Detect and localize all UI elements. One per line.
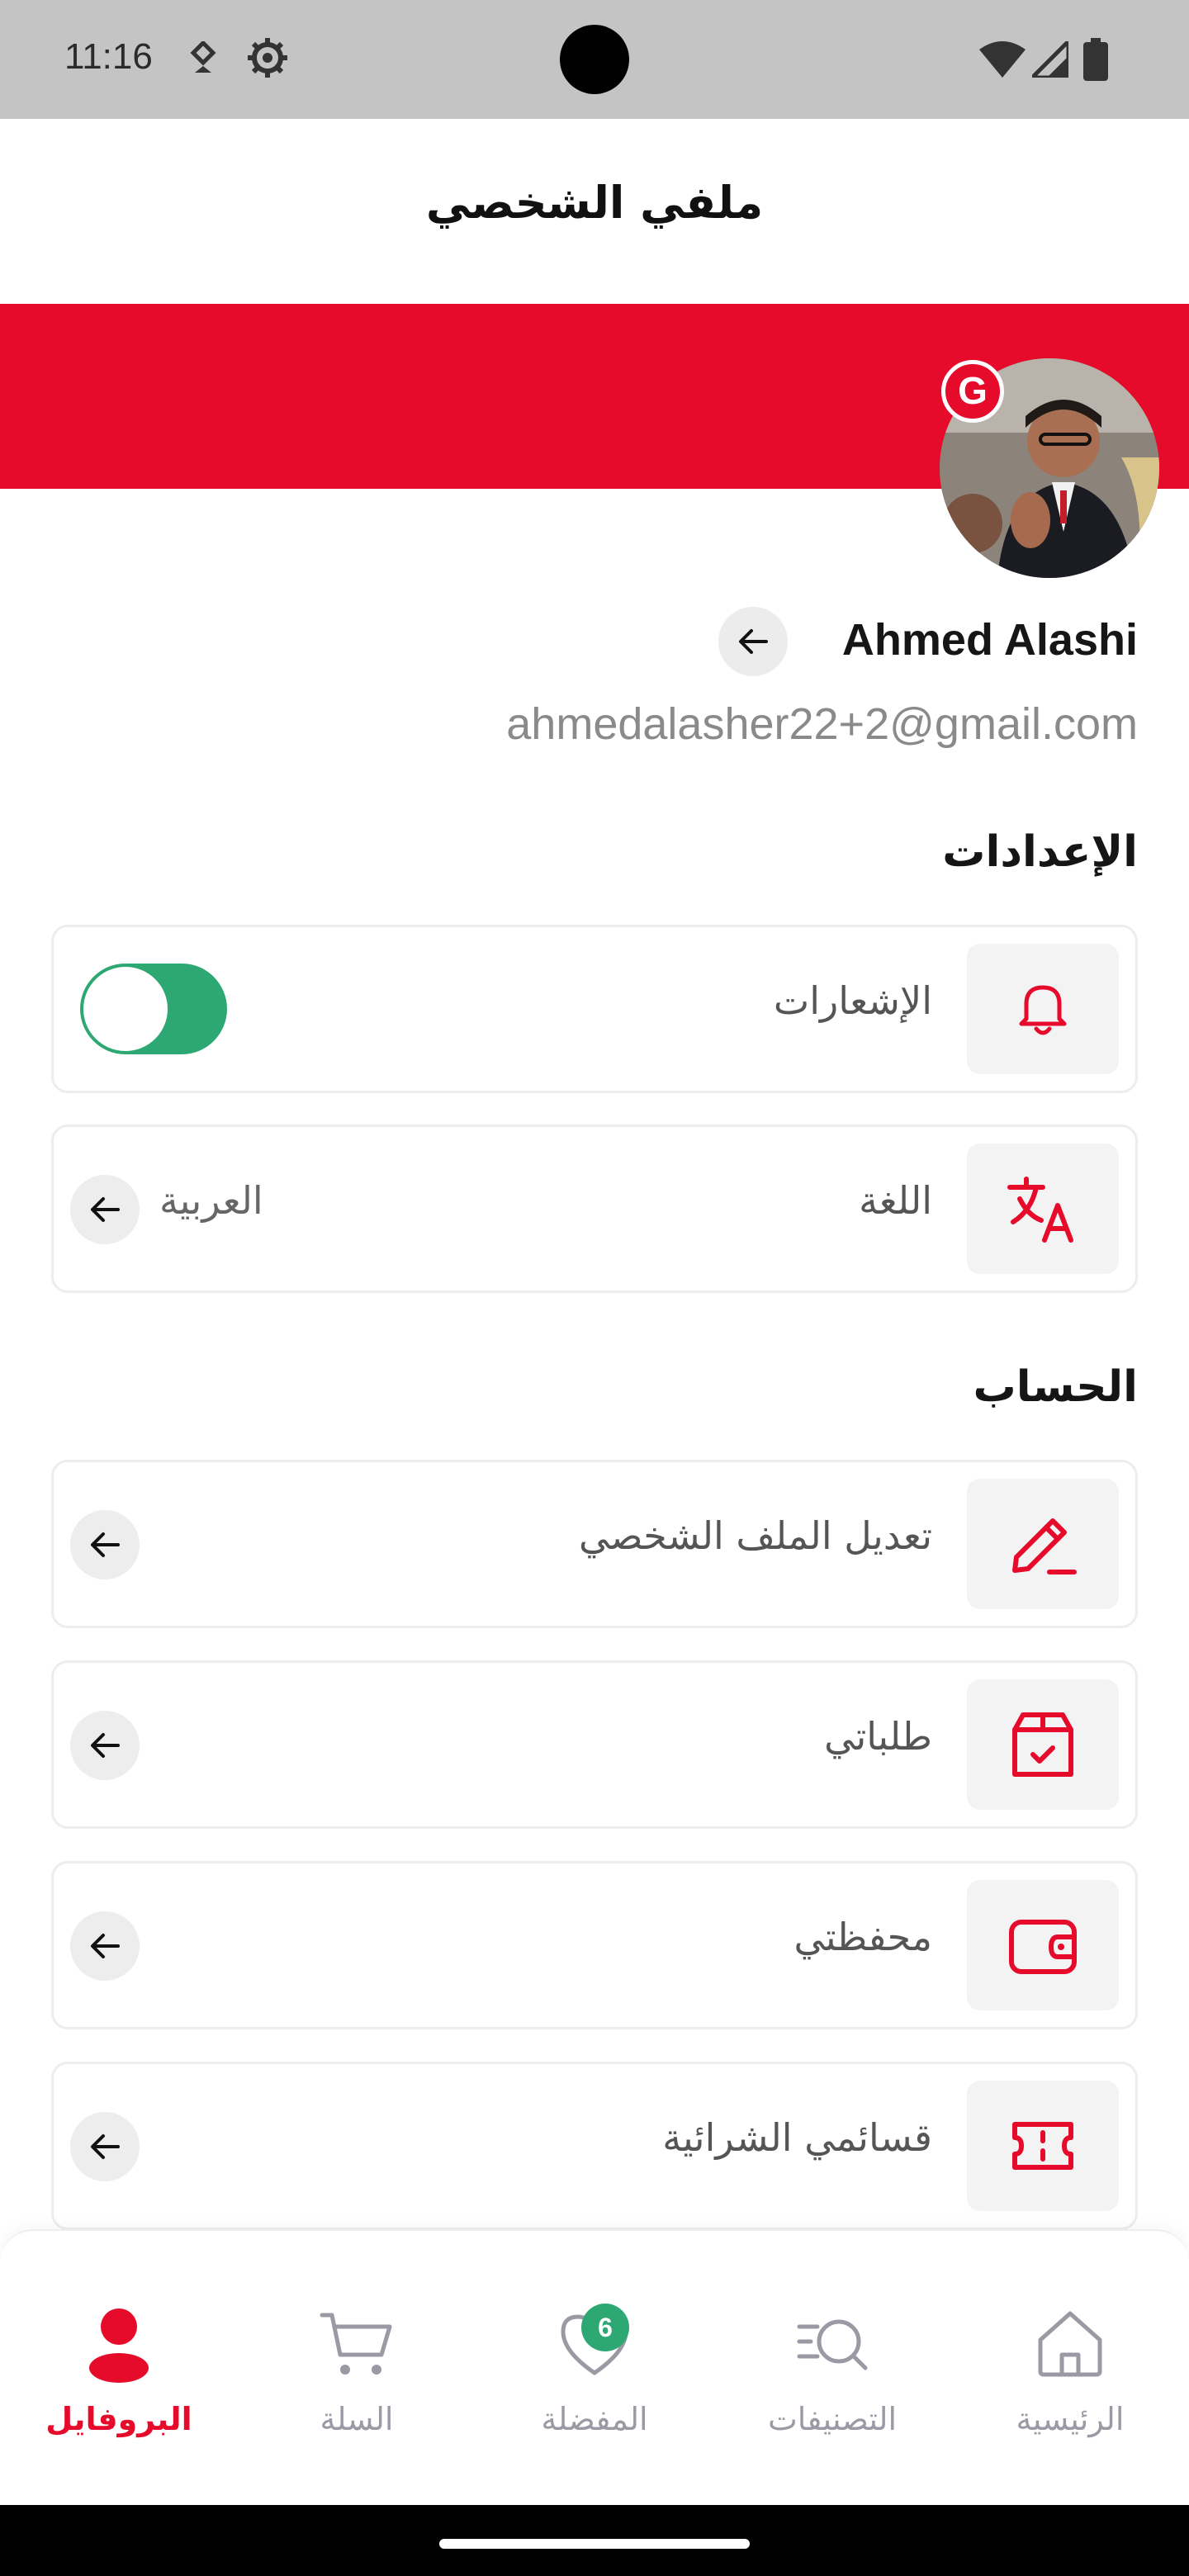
- coupons-icon-box: [967, 2081, 1119, 2211]
- location-icon: [188, 40, 218, 78]
- nav-item-favorites[interactable]: المفضلة: [476, 2231, 713, 2507]
- coupons-arrow-button[interactable]: [70, 2112, 140, 2181]
- home-gesture-pill[interactable]: [439, 2539, 750, 2549]
- edit-profile-arrow-button[interactable]: [70, 1510, 140, 1579]
- nav-label-categories: التصنيفات: [767, 2401, 898, 2437]
- coupons-row[interactable]: قسائمي الشرائية: [51, 2062, 1138, 2230]
- status-bar: 11:16: [0, 0, 1189, 119]
- edit-profile-icon-box: [967, 1479, 1119, 1609]
- wallet-arrow-button[interactable]: [70, 1911, 140, 1981]
- home-icon: [1030, 2304, 1110, 2383]
- page-header: ملفي الشخصي: [0, 119, 1189, 304]
- arrow-left-icon: [739, 629, 768, 654]
- notifications-icon-box: [967, 944, 1119, 1074]
- wallet-icon: [1009, 1920, 1077, 1974]
- language-value: العربية: [159, 1178, 263, 1223]
- bell-icon: [1019, 985, 1067, 1035]
- order-box-icon: [1012, 1712, 1073, 1777]
- camera-cutout: [560, 25, 629, 94]
- edit-pen-icon: [1012, 1518, 1077, 1574]
- notifications-row: الإشعارات: [51, 925, 1138, 1093]
- nav-label-cart: السلة: [320, 2401, 394, 2437]
- user-name: Ahmed Alashi: [841, 615, 1138, 665]
- nav-label-profile: البروفايل: [45, 2401, 192, 2437]
- ticket-icon: [1012, 2122, 1073, 2170]
- arrow-left-icon: [91, 1733, 120, 1758]
- bottom-navigation: البروفايل السلة المفضلة التصنيفات الرئيس…: [0, 2229, 1189, 2505]
- language-icon-box: [967, 1144, 1119, 1274]
- signal-icon: [1026, 36, 1071, 81]
- translate-icon: [1007, 1177, 1073, 1243]
- account-section-title: الحساب: [973, 1362, 1138, 1412]
- nav-label-home: الرئيسية: [1016, 2401, 1125, 2437]
- coupons-label: قسائمي الشرائية: [662, 2115, 932, 2160]
- arrow-left-icon: [91, 2134, 120, 2159]
- notifications-label: الإشعارات: [773, 978, 932, 1023]
- wifi-icon: [979, 41, 1026, 81]
- status-time: 11:16: [64, 36, 153, 77]
- google-login-badge: G: [941, 360, 1004, 423]
- edit-profile-label: تعديل الملف الشخصي: [578, 1513, 932, 1558]
- orders-icon-box: [967, 1679, 1119, 1810]
- battery-icon: [1083, 38, 1108, 84]
- nav-label-favorites: المفضلة: [541, 2401, 648, 2437]
- wallet-label: محفظتي: [793, 1915, 932, 1959]
- arrow-left-icon: [91, 1197, 120, 1222]
- edit-profile-row[interactable]: تعديل الملف الشخصي: [51, 1460, 1138, 1628]
- nav-item-categories[interactable]: التصنيفات: [713, 2231, 951, 2507]
- toggle-knob: [83, 967, 168, 1051]
- wallet-row[interactable]: محفظتي: [51, 1861, 1138, 2029]
- categories-search-icon: [793, 2304, 872, 2383]
- settings-section-title: الإعدادات: [942, 827, 1138, 877]
- language-label: اللغة: [859, 1178, 932, 1223]
- nav-item-profile[interactable]: البروفايل: [0, 2231, 238, 2507]
- arrow-left-icon: [91, 1934, 120, 1958]
- notifications-toggle[interactable]: [80, 964, 227, 1054]
- page-title: ملفي الشخصي: [425, 177, 764, 229]
- nav-item-home[interactable]: الرئيسية: [951, 2231, 1189, 2507]
- language-arrow-button[interactable]: [70, 1175, 140, 1244]
- edit-name-arrow-button[interactable]: [718, 607, 788, 676]
- orders-arrow-button[interactable]: [70, 1711, 140, 1780]
- arrow-left-icon: [91, 1532, 120, 1557]
- nav-item-cart[interactable]: السلة: [238, 2231, 476, 2507]
- orders-label: طلباتي: [824, 1714, 932, 1759]
- language-row[interactable]: اللغة العربية: [51, 1125, 1138, 1293]
- user-email: ahmedalasher22+2@gmail.com: [506, 699, 1138, 749]
- favorites-count-badge: 6: [581, 2304, 629, 2351]
- cart-icon: [317, 2304, 396, 2383]
- wallet-icon-box: [967, 1880, 1119, 2010]
- system-gesture-bar: [0, 2505, 1189, 2576]
- profile-icon: [79, 2304, 159, 2383]
- orders-row[interactable]: طلباتي: [51, 1660, 1138, 1829]
- settings-gear-icon: [246, 36, 289, 83]
